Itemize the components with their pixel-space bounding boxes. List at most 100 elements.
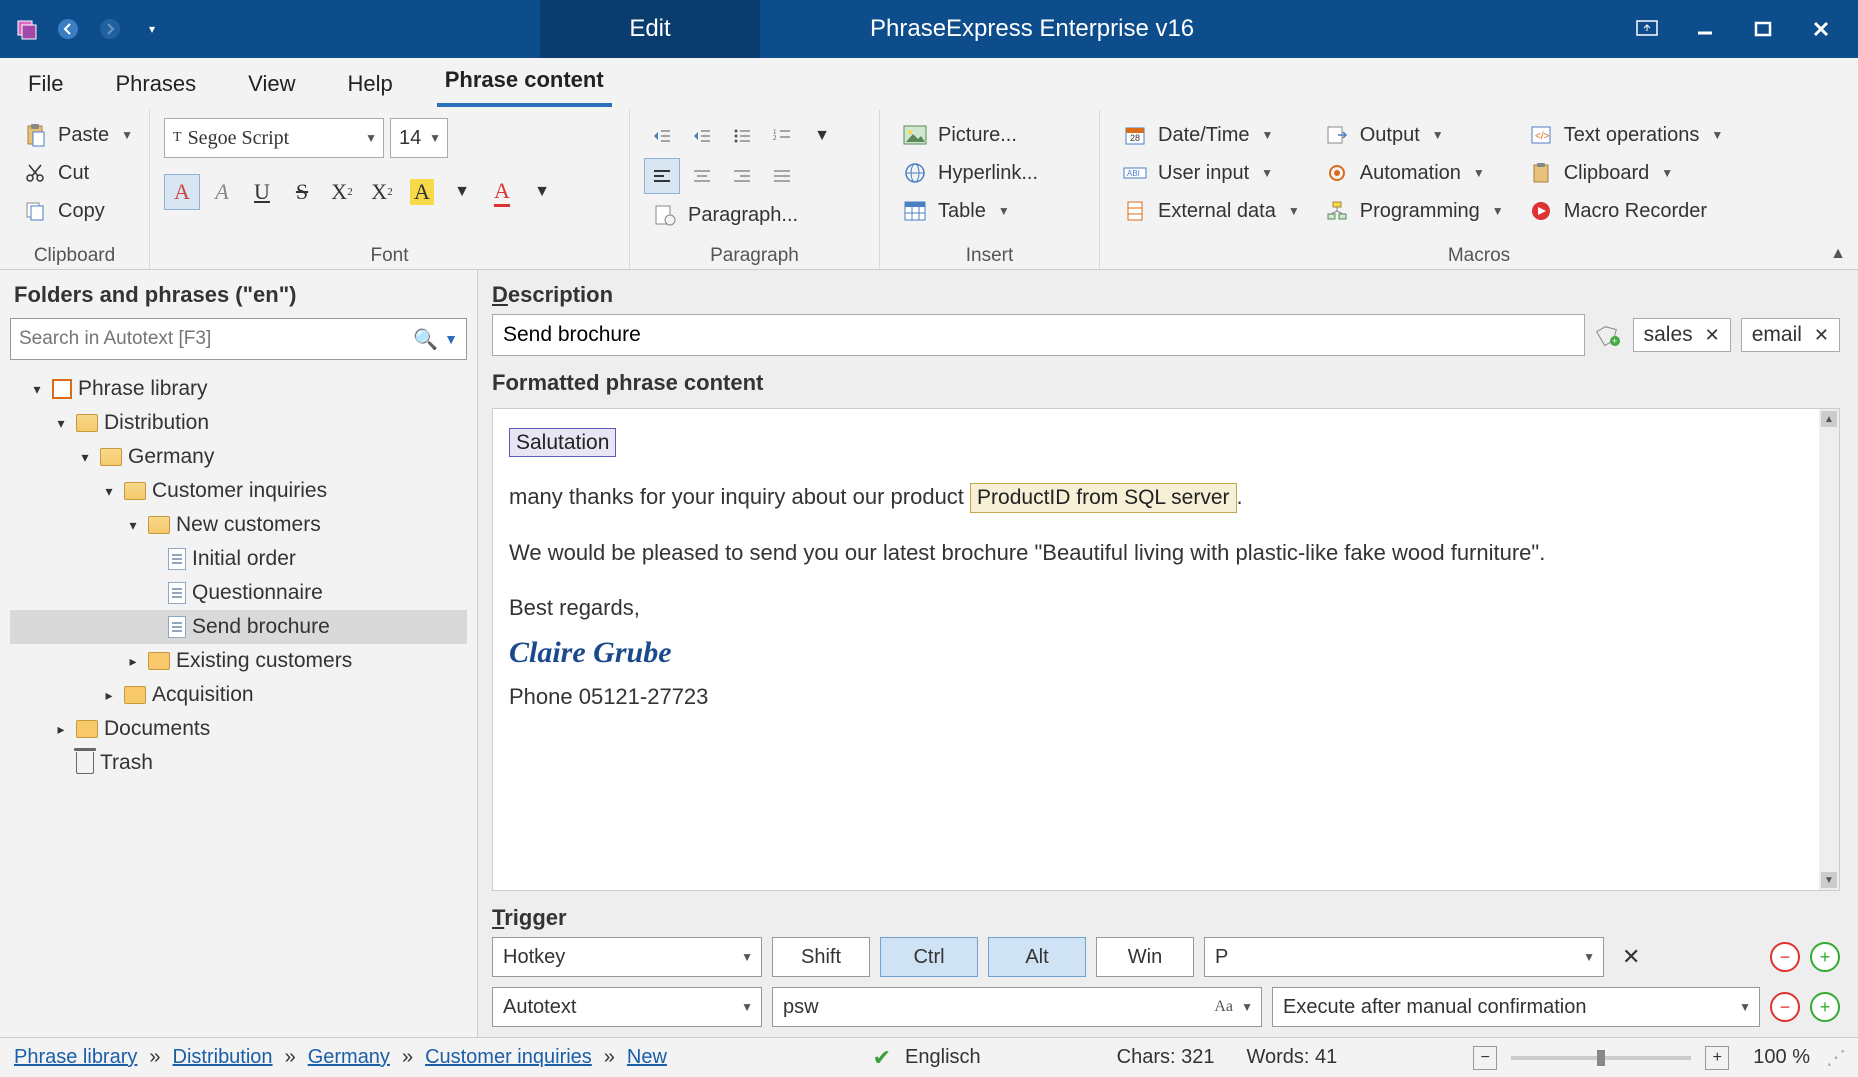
tree-trash[interactable]: ▸Trash — [10, 746, 467, 780]
tree-customer-inquiries[interactable]: ▾Customer inquiries — [10, 474, 467, 508]
macro-userinput-button[interactable]: ABIUser input▼ — [1114, 156, 1306, 190]
crumb-1[interactable]: Distribution — [173, 1046, 273, 1069]
bullets-icon[interactable] — [724, 118, 760, 154]
menu-phrases[interactable]: Phrases — [107, 65, 204, 103]
macro-textops-button[interactable]: </>Text operations▼ — [1520, 118, 1730, 152]
align-center-icon[interactable] — [684, 158, 720, 194]
font-color-button[interactable]: A — [484, 174, 520, 210]
add-tag-icon[interactable]: + — [1595, 321, 1623, 349]
tree-existing-customers[interactable]: ▸Existing customers — [10, 644, 467, 678]
exec-mode-select[interactable]: Execute after manual confirmation▼ — [1272, 987, 1760, 1027]
align-justify-icon[interactable] — [764, 158, 800, 194]
mod-win[interactable]: Win — [1096, 937, 1194, 977]
tree-acquisition[interactable]: ▸Acquisition — [10, 678, 467, 712]
placeholder-salutation[interactable]: Salutation — [509, 428, 616, 457]
list-caret[interactable]: ▼ — [804, 118, 840, 154]
subscript-button[interactable]: X2 — [324, 174, 360, 210]
menu-file[interactable]: File — [20, 65, 71, 103]
description-input[interactable] — [492, 314, 1585, 356]
macro-clipboard-button[interactable]: Clipboard▼ — [1520, 156, 1730, 190]
align-right-icon[interactable] — [724, 158, 760, 194]
cut-button[interactable]: Cut — [14, 156, 139, 190]
add-trigger-button[interactable]: + — [1810, 942, 1840, 972]
status-language[interactable]: Englisch — [905, 1046, 981, 1069]
macro-datetime-button[interactable]: 28Date/Time▼ — [1114, 118, 1306, 152]
align-left-icon[interactable] — [644, 158, 680, 194]
search-field[interactable] — [19, 328, 413, 350]
app-icon[interactable] — [8, 11, 44, 47]
context-tab-edit[interactable]: Edit — [540, 0, 760, 58]
scrollbar[interactable]: ▲ ▼ — [1819, 409, 1839, 890]
search-icon[interactable]: 🔍 — [413, 327, 438, 352]
menu-phrase-content[interactable]: Phrase content — [437, 61, 612, 107]
tree-documents[interactable]: ▸Documents — [10, 712, 467, 746]
mod-ctrl[interactable]: Ctrl — [880, 937, 978, 977]
macro-recorder-button[interactable]: Macro Recorder — [1520, 194, 1730, 228]
placeholder-productid[interactable]: ProductID from SQL server — [970, 483, 1236, 512]
autotext-input[interactable]: pswAa▼ — [772, 987, 1262, 1027]
scroll-up-icon[interactable]: ▲ — [1821, 411, 1837, 427]
highlight-color-caret[interactable]: ▼ — [444, 174, 480, 210]
font-color-caret[interactable]: ▼ — [524, 174, 560, 210]
insert-hyperlink-button[interactable]: Hyperlink... — [894, 156, 1044, 190]
ribbon-display-icon[interactable] — [1622, 9, 1672, 49]
insert-table-button[interactable]: Table▼ — [894, 194, 1044, 228]
zoom-slider[interactable] — [1511, 1056, 1691, 1060]
search-input[interactable]: 🔍 ▼ — [10, 318, 467, 360]
crumb-0[interactable]: Phrase library — [14, 1046, 137, 1069]
mod-alt[interactable]: Alt — [988, 937, 1086, 977]
superscript-button[interactable]: X2 — [364, 174, 400, 210]
tree-germany[interactable]: ▾Germany — [10, 440, 467, 474]
tree-new-customers[interactable]: ▾New customers — [10, 508, 467, 542]
font-size-select[interactable]: 14▼ — [390, 118, 448, 158]
font-family-select[interactable]: T Segoe Script▼ — [164, 118, 384, 158]
remove-trigger-button[interactable]: − — [1770, 942, 1800, 972]
remove-tag-icon[interactable]: ✕ — [1705, 325, 1720, 346]
resize-grip-icon[interactable]: ⋰ — [1826, 1045, 1844, 1070]
clear-hotkey-icon[interactable]: ✕ — [1614, 944, 1648, 970]
menu-help[interactable]: Help — [339, 65, 400, 103]
mod-shift[interactable]: Shift — [772, 937, 870, 977]
menu-view[interactable]: View — [240, 65, 303, 103]
tree-root[interactable]: ▾Phrase library — [10, 372, 467, 406]
macro-external-button[interactable]: External data▼ — [1114, 194, 1306, 228]
crumb-2[interactable]: Germany — [308, 1046, 390, 1069]
zoom-out-button[interactable]: − — [1473, 1046, 1497, 1070]
scroll-down-icon[interactable]: ▼ — [1821, 872, 1837, 888]
tree-questionnaire[interactable]: Questionnaire — [10, 576, 467, 610]
tag-email[interactable]: email✕ — [1741, 318, 1840, 352]
hotkey-key-select[interactable]: P▼ — [1204, 937, 1604, 977]
decrease-indent-icon[interactable] — [644, 118, 680, 154]
macro-programming-button[interactable]: Programming▼ — [1316, 194, 1510, 228]
back-icon[interactable] — [50, 11, 86, 47]
underline-button[interactable]: U — [244, 174, 280, 210]
bold-button[interactable]: A — [164, 174, 200, 210]
collapse-ribbon-icon[interactable]: ▲ — [1830, 245, 1846, 263]
close-button[interactable] — [1796, 9, 1846, 49]
numbering-icon[interactable]: 12 — [764, 118, 800, 154]
macro-automation-button[interactable]: Automation▼ — [1316, 156, 1510, 190]
copy-button[interactable]: Copy — [14, 194, 139, 228]
minimize-button[interactable] — [1680, 9, 1730, 49]
maximize-button[interactable] — [1738, 9, 1788, 49]
strikethrough-button[interactable]: S — [284, 174, 320, 210]
crumb-4[interactable]: New — [627, 1046, 667, 1069]
paste-button[interactable]: Paste▼ — [14, 118, 139, 152]
zoom-in-button[interactable]: + — [1705, 1046, 1729, 1070]
phrase-content-editor[interactable]: Salutation many thanks for your inquiry … — [492, 408, 1840, 891]
case-icon[interactable]: Aa — [1214, 998, 1233, 1016]
tree-send-brochure[interactable]: Send brochure — [10, 610, 467, 644]
tree-distribution[interactable]: ▾Distribution — [10, 406, 467, 440]
paragraph-dialog-button[interactable]: Paragraph... — [644, 198, 865, 232]
italic-button[interactable]: A — [204, 174, 240, 210]
insert-picture-button[interactable]: Picture... — [894, 118, 1044, 152]
increase-indent-icon[interactable] — [684, 118, 720, 154]
macro-output-button[interactable]: Output▼ — [1316, 118, 1510, 152]
tree-initial-order[interactable]: Initial order — [10, 542, 467, 576]
highlight-color-button[interactable]: A — [404, 174, 440, 210]
remove-tag-icon[interactable]: ✕ — [1814, 325, 1829, 346]
qat-customize-icon[interactable]: ▾ — [134, 11, 170, 47]
trigger-type-select-2[interactable]: Autotext▼ — [492, 987, 762, 1027]
search-caret-icon[interactable]: ▼ — [444, 331, 458, 347]
crumb-3[interactable]: Customer inquiries — [425, 1046, 592, 1069]
